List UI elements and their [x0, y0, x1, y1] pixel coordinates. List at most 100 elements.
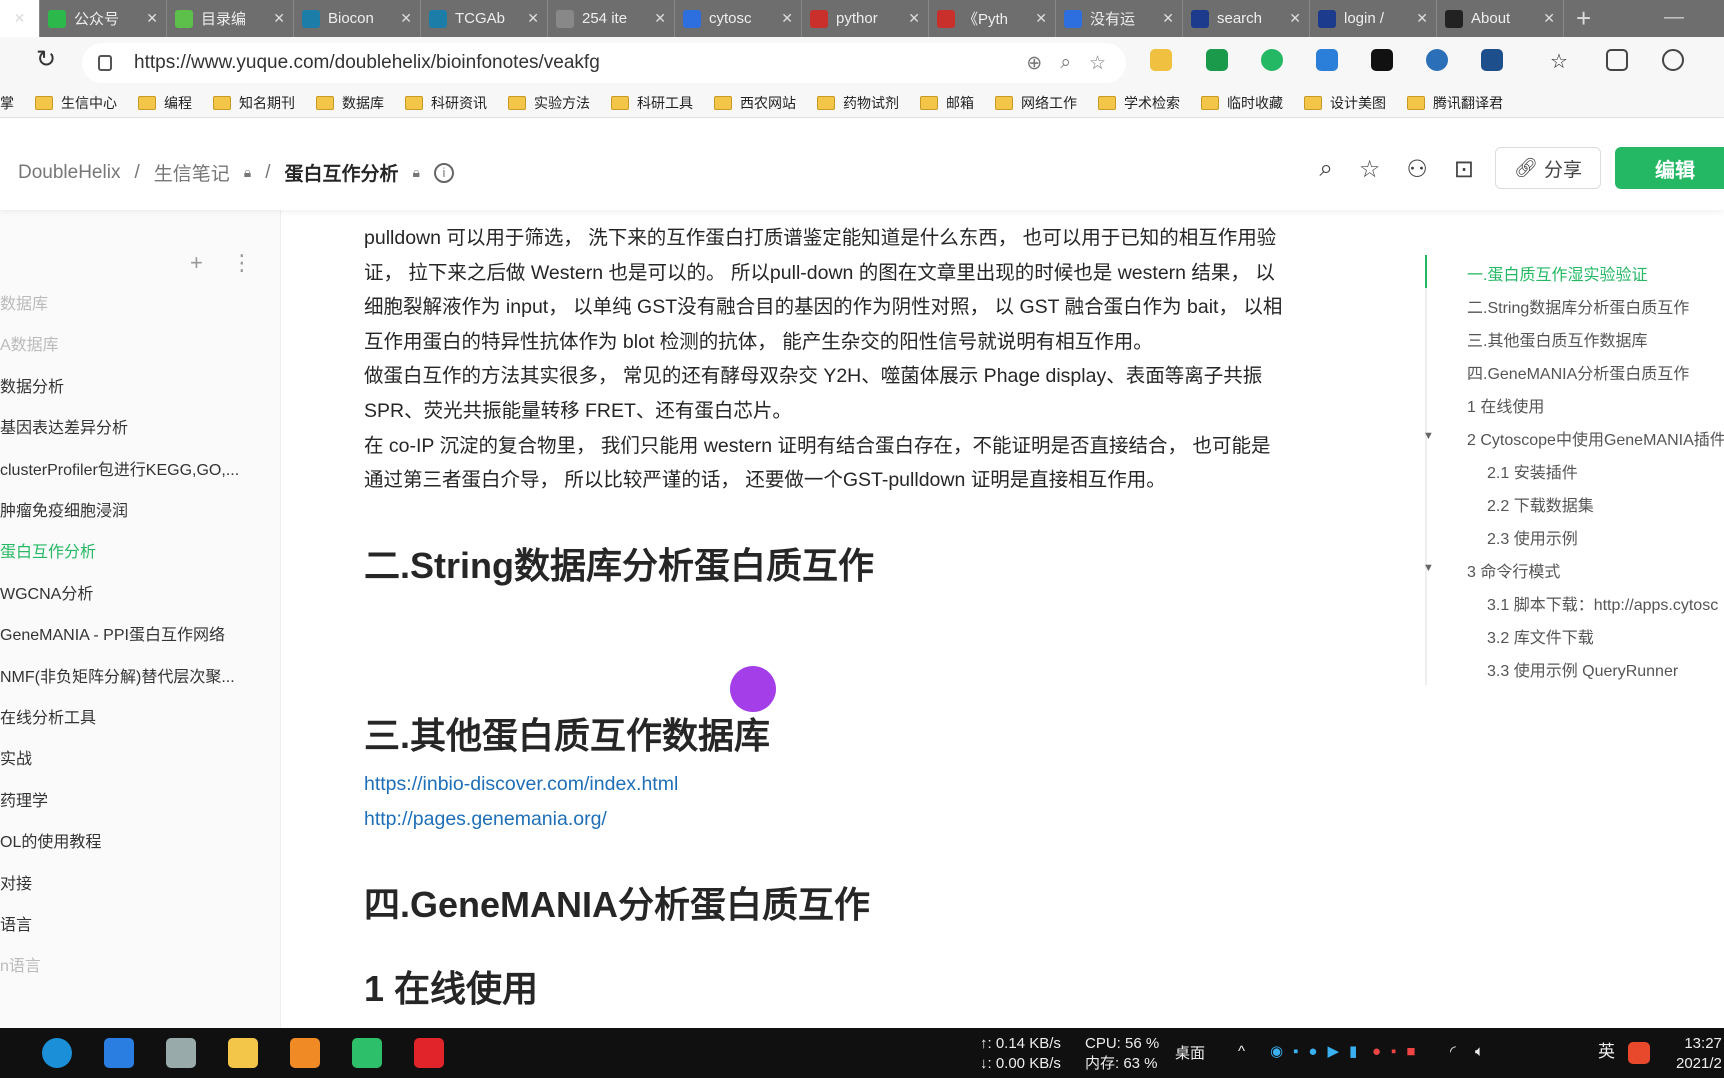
bookmark-item[interactable]: 临时收藏 [1201, 93, 1283, 113]
edit-button[interactable]: 编辑 [1615, 147, 1724, 189]
caret-down-icon[interactable]: ▼ [1423, 562, 1434, 574]
extension-icon[interactable] [1150, 49, 1172, 71]
close-icon[interactable]: ✕ [1289, 10, 1301, 27]
extension-icon[interactable] [1426, 49, 1448, 71]
toc-item[interactable]: 3.2 库文件下载 [1487, 624, 1594, 648]
toc-item[interactable]: 2.1 安装插件 [1487, 459, 1578, 483]
sidebar-item[interactable]: GeneMANIA - PPI蛋白互作网络 [0, 621, 225, 645]
bookmark-item[interactable]: 学术检索 [1098, 93, 1180, 113]
app-icon[interactable] [290, 1038, 320, 1068]
bookmark-item[interactable]: 科研工具 [611, 93, 693, 113]
add-user-icon[interactable]: ⚇ [1406, 155, 1428, 184]
close-icon[interactable]: ✕ [1416, 10, 1428, 27]
extension-icon[interactable] [1371, 49, 1393, 71]
toc-item[interactable]: 一.蛋白质互作湿实验验证 [1467, 261, 1647, 285]
bookmark-item[interactable]: 掌 [0, 93, 14, 113]
tab[interactable]: 没有运 ✕ [1056, 0, 1183, 37]
settings-icon[interactable] [1662, 49, 1684, 71]
extension-icon[interactable] [1261, 49, 1283, 71]
volume-icon[interactable]: 🔈︎ [1475, 1042, 1484, 1062]
toc-item[interactable]: 四.GeneMANIA分析蛋白质互作 [1467, 360, 1689, 384]
sidebar-item[interactable]: 数据库 [0, 290, 48, 314]
close-icon[interactable]: ✕ [781, 10, 793, 27]
close-icon[interactable]: ✕ [146, 10, 158, 27]
search-icon[interactable]: ⌕ [1319, 155, 1332, 184]
tab-active[interactable]: ✕ [0, 0, 40, 37]
desktop-toolbar[interactable]: 桌面 [1175, 1044, 1205, 1064]
tab[interactable]: pythor ✕ [802, 0, 929, 37]
media-player-icon[interactable] [352, 1038, 382, 1068]
reload-icon[interactable]: ↻ [36, 45, 56, 74]
close-icon[interactable]: ✕ [273, 10, 285, 27]
sidebar-item[interactable]: 语言 [0, 911, 32, 935]
link-inbio[interactable]: https://inbio-discover.com/index.html [364, 773, 678, 796]
add-icon[interactable]: + [190, 250, 203, 276]
file-explorer-icon[interactable] [228, 1038, 258, 1068]
bookmark-item[interactable]: 数据库 [316, 93, 384, 113]
favorite-add-icon[interactable]: ☆ [1089, 52, 1106, 75]
ime-indicator[interactable]: 英 [1598, 1042, 1615, 1062]
bookmark-item[interactable]: 网络工作 [995, 93, 1077, 113]
toc-item[interactable]: 2.3 使用示例 [1487, 525, 1578, 549]
bookmark-item[interactable]: 邮箱 [920, 93, 974, 113]
collections-icon[interactable] [1606, 49, 1628, 71]
tab[interactable]: 目录编 ✕ [167, 0, 294, 37]
toc-item[interactable]: 二.String数据库分析蛋白质互作 [1467, 294, 1689, 318]
sidebar-item[interactable]: 肿瘤免疫细胞浸润 [0, 497, 128, 521]
tab[interactable]: TCGAb ✕ [421, 0, 548, 37]
toc-item[interactable]: 1 在线使用 [1467, 393, 1544, 417]
sidebar-item[interactable]: 药理学 [0, 787, 48, 811]
edge-icon[interactable] [42, 1038, 72, 1068]
new-tab-button[interactable]: + [1576, 3, 1591, 34]
sidebar-item[interactable]: A数据库 [0, 331, 59, 355]
sidebar-item[interactable]: 数据分析 [0, 373, 64, 397]
toc-item[interactable]: 三.其他蛋白质互作数据库 [1467, 327, 1647, 351]
sidebar-item[interactable]: 蛋白互作分析 [0, 538, 96, 562]
extension-icon[interactable] [1316, 49, 1338, 71]
tray-icons[interactable]: ●▪■ [1372, 1042, 1425, 1062]
add-icon[interactable]: ⊕ [1026, 52, 1042, 75]
toc-item[interactable]: 3.1 脚本下载：http://apps.cytosc [1487, 591, 1718, 615]
bookmark-item[interactable]: 生信中心 [35, 93, 117, 113]
app-icon[interactable] [104, 1038, 134, 1068]
lock-icon[interactable] [98, 55, 112, 71]
bookmark-item[interactable]: 科研资讯 [405, 93, 487, 113]
sidebar-item[interactable]: 对接 [0, 870, 32, 894]
close-icon[interactable]: ✕ [1543, 10, 1555, 27]
link-genemania[interactable]: http://pages.genemania.org/ [364, 808, 607, 831]
tab[interactable]: 254 ite ✕ [548, 0, 675, 37]
toc-item[interactable]: 3 命令行模式 [1467, 558, 1560, 582]
extension-icon[interactable] [1206, 49, 1228, 71]
present-icon[interactable]: ⊡ [1454, 155, 1474, 184]
tray-expand-icon[interactable]: ^ [1238, 1042, 1245, 1062]
favorites-icon[interactable]: ☆ [1550, 49, 1572, 73]
close-icon[interactable]: ✕ [527, 10, 539, 27]
caret-down-icon[interactable]: ▼ [1423, 430, 1434, 442]
sidebar-item[interactable]: 在线分析工具 [0, 704, 96, 728]
bookmark-item[interactable]: 药物试剂 [817, 93, 899, 113]
breadcrumb-item[interactable]: DoubleHelix [18, 162, 120, 184]
close-icon[interactable]: ✕ [400, 10, 412, 27]
sidebar-item[interactable]: clusterProfiler包进行KEGG,GO,... [0, 456, 239, 480]
bookmark-item[interactable]: 设计美图 [1304, 93, 1386, 113]
youdao-icon[interactable] [414, 1038, 444, 1068]
bookmark-item[interactable]: 腾讯翻译君 [1407, 93, 1503, 113]
bookmark-item[interactable]: 西农网站 [714, 93, 796, 113]
wifi-icon[interactable]: ◜ [1450, 1042, 1456, 1062]
sidebar-item[interactable]: n语言 [0, 952, 41, 976]
extension-icon[interactable] [1481, 49, 1503, 71]
tab[interactable]: cytosc ✕ [675, 0, 802, 37]
app-icon[interactable] [166, 1038, 196, 1068]
close-icon[interactable]: ✕ [14, 10, 26, 27]
more-icon[interactable]: ⋮ [231, 250, 253, 276]
tab[interactable]: About ✕ [1437, 0, 1564, 37]
sogou-icon[interactable] [1628, 1042, 1650, 1064]
breadcrumb-item[interactable]: 生信笔记 [154, 159, 230, 186]
close-icon[interactable]: ✕ [1162, 10, 1174, 27]
toc-item[interactable]: 2.2 下载数据集 [1487, 492, 1594, 516]
tab[interactable]: Biocon ✕ [294, 0, 421, 37]
url-input[interactable]: https://www.yuque.com/doublehelix/bioinf… [82, 43, 1126, 83]
tray-icons[interactable]: ◉▪●▶▮ [1270, 1042, 1367, 1062]
tab[interactable]: 《Pyth ✕ [929, 0, 1056, 37]
sidebar-item[interactable]: OL的使用教程 [0, 828, 101, 852]
